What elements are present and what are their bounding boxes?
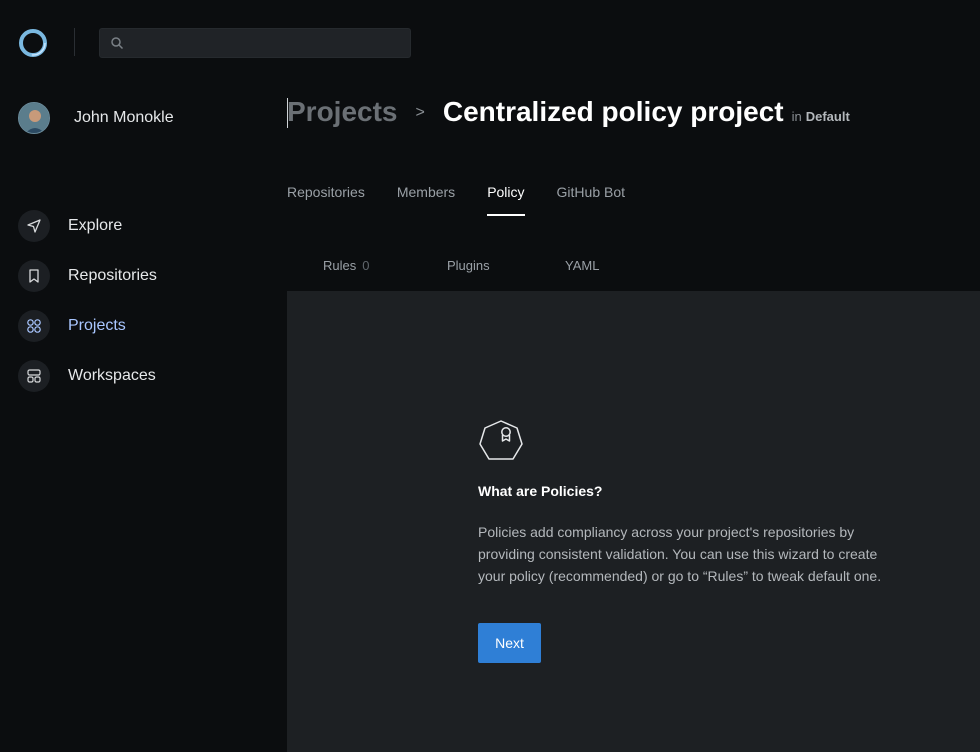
sidebar-item-projects[interactable]: Projects: [18, 308, 157, 344]
breadcrumb-projects-link[interactable]: Projects: [287, 96, 398, 128]
sidebar-item-label: Explore: [68, 217, 123, 234]
search-box[interactable]: [99, 28, 411, 58]
subtab-label: YAML: [565, 258, 600, 273]
avatar: [18, 102, 50, 134]
subtab-yaml[interactable]: YAML: [565, 258, 599, 273]
subtab-plugins[interactable]: Plugins: [447, 258, 565, 273]
policy-panel: What are Policies? Policies add complian…: [287, 291, 980, 752]
search-icon: [111, 37, 124, 50]
chevron-right-icon: >: [415, 104, 425, 121]
sidebar-item-label: Projects: [68, 317, 126, 334]
grid-circles-icon: [18, 310, 50, 342]
empty-state-description: Policies add compliancy across your proj…: [478, 524, 882, 584]
user-profile[interactable]: John Monokle: [18, 102, 174, 134]
empty-state: What are Policies? Policies add complian…: [478, 419, 898, 663]
sidebar-item-explore[interactable]: Explore: [18, 208, 157, 244]
sidebar-item-label: Workspaces: [68, 367, 156, 384]
workspaces-icon: [18, 360, 50, 392]
rules-count-badge: 0: [362, 258, 370, 273]
tab-repositories[interactable]: Repositories: [287, 184, 365, 216]
sidebar-nav: Explore Repositories Projects Workspaces: [18, 208, 157, 408]
paper-plane-icon: [18, 210, 50, 242]
breadcrumb: Projects > Centralized policy project in…: [287, 96, 850, 128]
subtab-label: Rules: [323, 258, 357, 273]
subtab-rules[interactable]: Rules 0: [323, 258, 447, 273]
workspace-name[interactable]: Default: [806, 109, 850, 124]
page-title: Centralized policy project: [442, 96, 784, 127]
bookmark-icon: [18, 260, 50, 292]
empty-state-title: What are Policies?: [478, 483, 603, 499]
tab-policy[interactable]: Policy: [487, 184, 525, 216]
search-input[interactable]: [130, 33, 404, 55]
sidebar-item-label: Repositories: [68, 267, 157, 284]
user-name: John Monokle: [74, 109, 174, 126]
ring-logo-icon[interactable]: [18, 28, 48, 58]
tab-members[interactable]: Members: [397, 184, 455, 216]
sidebar-item-repositories[interactable]: Repositories: [18, 258, 157, 294]
sidebar-item-workspaces[interactable]: Workspaces: [18, 358, 157, 394]
policy-badge-icon: [479, 420, 523, 460]
header-divider: [74, 28, 75, 56]
tab-github-bot[interactable]: GitHub Bot: [557, 184, 625, 216]
policy-subtabs: Rules 0 Plugins YAML: [323, 258, 599, 273]
workspace-in-label: in: [791, 109, 802, 124]
subtab-label: Plugins: [447, 258, 490, 273]
project-tabs: Repositories Members Policy GitHub Bot: [287, 184, 657, 216]
next-button[interactable]: Next: [478, 623, 541, 663]
